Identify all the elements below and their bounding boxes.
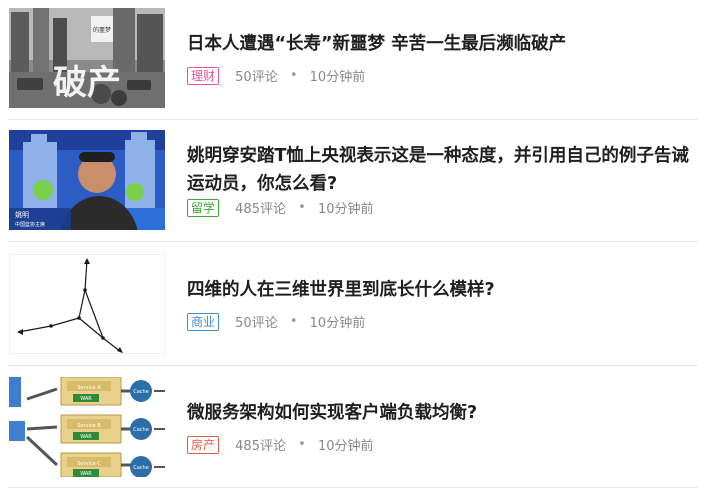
timestamp: 10分钟前 bbox=[309, 70, 366, 85]
war-label-a: WAR bbox=[80, 396, 92, 402]
timestamp: 10分钟前 bbox=[309, 316, 366, 331]
war-label-c: WAR bbox=[80, 471, 92, 477]
article-title[interactable]: 姚明穿安踏T恤上央视表示这是一种态度，并引用自己的例子告诫运动员，你怎么看? bbox=[187, 142, 697, 198]
article-title[interactable]: 微服务架构如何实现客户端负载均衡? bbox=[187, 399, 697, 427]
article-meta: 理财 50评论 • 10分钟前 bbox=[187, 66, 365, 86]
category-tag[interactable]: 留学 bbox=[187, 198, 220, 217]
separator-dot: • bbox=[298, 200, 306, 215]
war-label-b: WAR bbox=[80, 434, 92, 440]
list-item[interactable]: 四维的人在三维世界里到底长什么模样? 商业 50评论 • 10分钟前 bbox=[0, 242, 712, 366]
separator-dot: • bbox=[298, 437, 306, 452]
cache-label-c: Cache bbox=[133, 465, 149, 471]
cache-label-b: Cache bbox=[133, 427, 149, 433]
comment-count[interactable]: 485评论 bbox=[235, 435, 286, 454]
category-tag[interactable]: 房产 bbox=[187, 435, 220, 454]
timestamp: 10分钟前 bbox=[317, 439, 374, 454]
article-meta: 商业 50评论 • 10分钟前 bbox=[187, 312, 365, 332]
article-thumbnail[interactable] bbox=[9, 254, 165, 354]
list-item[interactable]: 的噩梦 破产 日本人遭遇“长寿”新噩梦 辛苦一生最后濒临破产 理财 50评论 •… bbox=[0, 0, 712, 120]
thumb-big-text: 破产 bbox=[53, 63, 121, 103]
service-c-label: Service C bbox=[77, 461, 101, 467]
thumb-caption-text: 中国篮协主席 bbox=[15, 221, 45, 228]
list-item[interactable]: 姚明 中国篮协主席 姚明穿安踏T恤上央视表示这是一种态度，并引用自己的例子告诫运… bbox=[0, 120, 712, 242]
divider bbox=[8, 487, 698, 488]
service-b-label: Service B bbox=[77, 423, 101, 429]
article-title[interactable]: 日本人遭遇“长寿”新噩梦 辛苦一生最后濒临破产 bbox=[187, 30, 697, 58]
cache-label-a: Cache bbox=[133, 389, 149, 395]
article-thumbnail[interactable]: Service A Service B Service C WAR WAR WA… bbox=[9, 377, 165, 477]
separator-dot: • bbox=[289, 314, 298, 329]
separator-dot: • bbox=[289, 68, 298, 83]
list-item[interactable]: Service A Service B Service C WAR WAR WA… bbox=[0, 366, 712, 494]
article-thumbnail[interactable]: 姚明 中国篮协主席 bbox=[9, 130, 165, 230]
article-thumbnail[interactable]: 的噩梦 破产 bbox=[9, 8, 165, 108]
article-meta: 留学 485评论 • 10分钟前 bbox=[187, 198, 373, 218]
category-tag[interactable]: 商业 bbox=[187, 312, 220, 331]
thumb-name-text: 姚明 bbox=[15, 210, 29, 219]
comment-count[interactable]: 485评论 bbox=[235, 198, 286, 217]
thumb-small-text: 的噩梦 bbox=[93, 26, 111, 34]
article-title[interactable]: 四维的人在三维世界里到底长什么模样? bbox=[187, 276, 697, 304]
category-tag[interactable]: 理财 bbox=[187, 66, 220, 85]
comment-count[interactable]: 50评论 bbox=[235, 312, 278, 331]
timestamp: 10分钟前 bbox=[317, 202, 374, 217]
comment-count[interactable]: 50评论 bbox=[235, 66, 278, 85]
service-a-label: Service A bbox=[77, 385, 101, 391]
article-meta: 房产 485评论 • 10分钟前 bbox=[187, 435, 373, 455]
article-feed: 的噩梦 破产 日本人遭遇“长寿”新噩梦 辛苦一生最后濒临破产 理财 50评论 •… bbox=[0, 0, 712, 494]
